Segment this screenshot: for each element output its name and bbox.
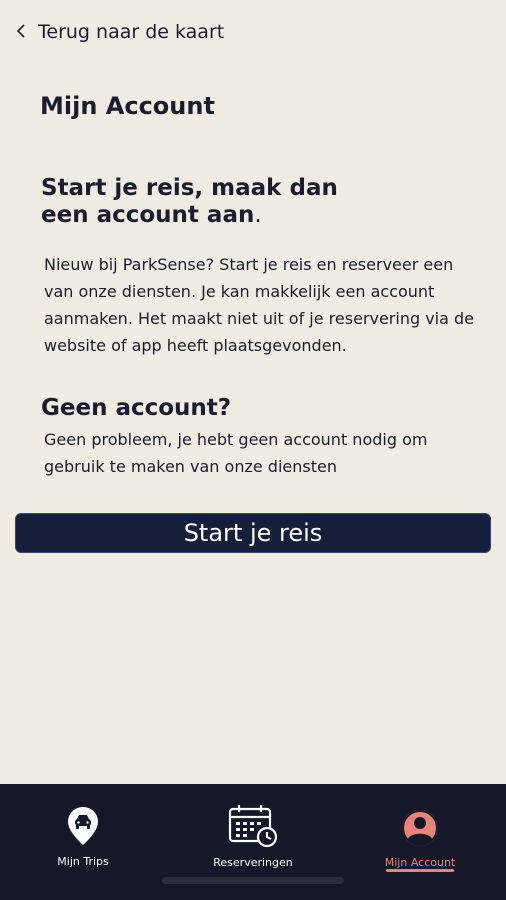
chevron-left-icon: [16, 23, 28, 42]
no-account-paragraph: Geen probleem, je hebt geen account nodi…: [44, 430, 428, 476]
tab-reserveringen[interactable]: Reserveringen: [208, 784, 298, 884]
tab-label: Mijn Account: [384, 856, 456, 869]
create-account-heading-text: Start je reis, maak dan een account aan: [41, 175, 338, 228]
intro-paragraph: Nieuw bij ParkSense? Start je reis en re…: [44, 255, 475, 355]
back-link[interactable]: Terug naar de kaart: [16, 18, 224, 46]
heading-period: .: [254, 202, 262, 228]
home-indicator: [162, 877, 344, 884]
back-link-label: Terug naar de kaart: [38, 21, 225, 43]
user-circle-icon: [400, 808, 440, 852]
tab-mijn-trips[interactable]: Mijn Trips: [45, 784, 121, 884]
map-pin-car-icon: [66, 805, 100, 851]
tab-label: Reserveringen: [213, 856, 293, 869]
calendar-clock-icon: [227, 804, 279, 852]
create-account-heading: Start je reis, maak dan een account aan.: [41, 175, 371, 229]
start-trip-button[interactable]: Start je reis: [15, 513, 491, 553]
page-title: Mijn Account: [40, 92, 215, 120]
active-tab-indicator: [386, 869, 454, 872]
tab-label: Mijn Trips: [57, 855, 109, 868]
no-account-heading: Geen account?: [41, 395, 232, 421]
